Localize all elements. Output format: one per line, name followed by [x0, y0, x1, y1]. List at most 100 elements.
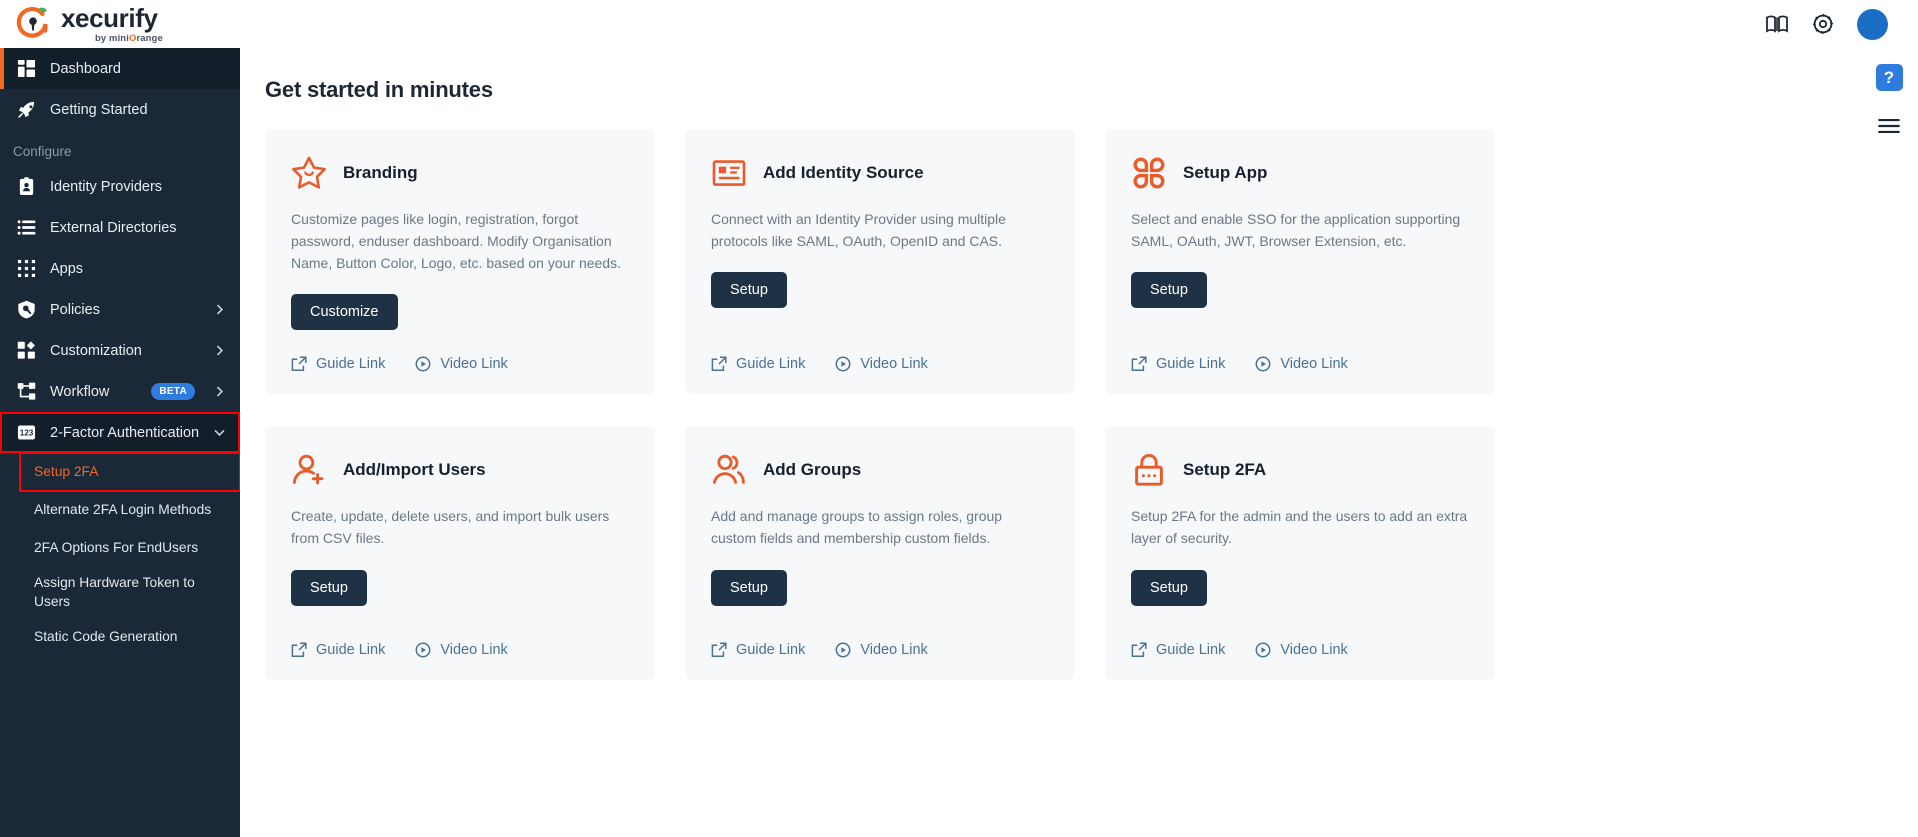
page-title: Get started in minutes — [240, 48, 1918, 103]
sidebar-item-label: Identity Providers — [50, 179, 226, 195]
external-link-icon — [291, 356, 307, 372]
video-link[interactable]: Video Link — [415, 642, 507, 658]
card-header: Add/Import Users — [291, 452, 629, 488]
video-link[interactable]: Video Link — [415, 356, 507, 372]
card-description: Connect with an Identity Provider using … — [711, 208, 1049, 252]
card-title: Add Identity Source — [763, 163, 924, 183]
sidebar-item-label: Customization — [50, 343, 199, 359]
directory-list-icon — [17, 218, 36, 237]
card-links: Guide Link Video Link — [711, 616, 1049, 658]
guide-link[interactable]: Guide Link — [1131, 356, 1225, 372]
guide-link[interactable]: Guide Link — [291, 356, 385, 372]
hamburger-menu-icon[interactable] — [1876, 113, 1902, 139]
sidebar-subitem-setup-2fa[interactable]: Setup 2FA — [20, 453, 240, 491]
brand-name: xecurify — [61, 5, 163, 31]
setup-button[interactable]: Setup — [711, 570, 787, 606]
card-add-groups: Add Groups Add and manage groups to assi… — [685, 426, 1075, 680]
sidebar-item-label: Policies — [50, 302, 199, 318]
video-link[interactable]: Video Link — [1255, 642, 1347, 658]
sidebar-item-apps[interactable]: Apps — [0, 248, 240, 289]
guide-link[interactable]: Guide Link — [291, 642, 385, 658]
play-circle-icon — [835, 356, 851, 372]
get-started-card-grid: Branding Customize pages like login, reg… — [240, 103, 1918, 680]
grid-apps-icon — [17, 259, 36, 278]
external-link-icon — [291, 642, 307, 658]
video-link[interactable]: Video Link — [835, 642, 927, 658]
card-title: Setup App — [1183, 163, 1267, 183]
sidebar-item-external-directories[interactable]: External Directories — [0, 207, 240, 248]
gear-icon[interactable] — [1811, 12, 1835, 36]
chevron-down-icon — [213, 426, 226, 439]
card-links: Guide Link Video Link — [291, 330, 629, 372]
customize-button[interactable]: Customize — [291, 294, 398, 330]
external-link-icon — [1131, 356, 1147, 372]
video-link[interactable]: Video Link — [835, 356, 927, 372]
card-links: Guide Link Video Link — [291, 616, 629, 658]
xecurify-logo-icon — [14, 5, 52, 43]
sidebar-subitem-2fa-options-for-endusers[interactable]: 2FA Options For EndUsers — [0, 529, 240, 567]
sidebar-item-label: Apps — [50, 261, 226, 277]
brand-tagline: by miniOrange — [95, 34, 163, 44]
sidebar-item-workflow[interactable]: Workflow BETA — [0, 371, 240, 412]
header-actions — [1765, 9, 1918, 40]
sidebar-subitem-label: Alternate 2FA Login Methods — [34, 501, 211, 520]
card-header: Add Identity Source — [711, 155, 1049, 191]
play-circle-icon — [1255, 356, 1271, 372]
sidebar-subitem-alternate-2fa-login-methods[interactable]: Alternate 2FA Login Methods — [0, 491, 240, 529]
video-link-label: Video Link — [1280, 642, 1347, 658]
top-header: xecurify by miniOrange — [0, 0, 1918, 48]
sidebar-item-2fa[interactable]: 123 2-Factor Authentication — [0, 412, 240, 453]
sidebar-item-label: 2-Factor Authentication — [50, 425, 199, 441]
guide-link[interactable]: Guide Link — [1131, 642, 1225, 658]
setup-button[interactable]: Setup — [1131, 570, 1207, 606]
sidebar-item-policies[interactable]: Policies — [0, 289, 240, 330]
video-link-label: Video Link — [860, 356, 927, 372]
sidebar-item-label: Getting Started — [50, 102, 226, 118]
sidebar-subitem-label: Assign Hardware Token to Users — [34, 574, 226, 611]
sidebar: Dashboard Getting Started Configure Iden… — [0, 48, 240, 837]
sidebar-item-dashboard[interactable]: Dashboard — [0, 48, 240, 89]
guide-link[interactable]: Guide Link — [711, 642, 805, 658]
sidebar-subitem-static-code-generation[interactable]: Static Code Generation — [0, 618, 240, 656]
chevron-right-icon — [213, 303, 226, 316]
sidebar-item-label: Workflow — [50, 384, 137, 400]
card-links: Guide Link Video Link — [711, 330, 1049, 372]
beta-badge: BETA — [151, 383, 195, 400]
card-header: Setup App — [1131, 155, 1469, 191]
video-link-label: Video Link — [440, 642, 507, 658]
star-smile-icon — [291, 155, 327, 191]
card-title: Setup 2FA — [1183, 460, 1266, 480]
guide-link-label: Guide Link — [1156, 356, 1225, 372]
setup-button[interactable]: Setup — [1131, 272, 1207, 308]
sidebar-item-customization[interactable]: Customization — [0, 330, 240, 371]
card-header: Branding — [291, 155, 629, 191]
sidebar-submenu-2fa: Setup 2FA Alternate 2FA Login Methods 2F… — [0, 453, 240, 660]
guide-link-label: Guide Link — [736, 356, 805, 372]
app-root: xecurify by miniOrange — [0, 0, 1918, 837]
guide-link[interactable]: Guide Link — [711, 356, 805, 372]
dashboard-icon — [17, 59, 36, 78]
manual-book-icon[interactable] — [1765, 12, 1789, 36]
shield-search-icon — [17, 300, 36, 319]
card-title: Add/Import Users — [343, 460, 486, 480]
video-link[interactable]: Video Link — [1255, 356, 1347, 372]
card-setup-app: Setup App Select and enable SSO for the … — [1105, 129, 1495, 394]
setup-button[interactable]: Setup — [291, 570, 367, 606]
card-description: Select and enable SSO for the applicatio… — [1131, 208, 1469, 252]
play-circle-icon — [1255, 642, 1271, 658]
help-button[interactable]: ? — [1876, 64, 1903, 91]
brand-logo[interactable]: xecurify by miniOrange — [0, 0, 240, 48]
sidebar-item-identity-providers[interactable]: Identity Providers — [0, 166, 240, 207]
video-link-label: Video Link — [860, 642, 927, 658]
card-title: Branding — [343, 163, 418, 183]
play-circle-icon — [415, 356, 431, 372]
id-card-icon — [711, 155, 747, 191]
customization-icon — [17, 341, 36, 360]
sidebar-subitem-assign-hardware-token[interactable]: Assign Hardware Token to Users — [0, 567, 240, 618]
card-description: Add and manage groups to assign roles, g… — [711, 505, 1049, 549]
card-description: Create, update, delete users, and import… — [291, 505, 629, 549]
sidebar-item-getting-started[interactable]: Getting Started — [0, 89, 240, 130]
card-branding: Branding Customize pages like login, reg… — [265, 129, 655, 394]
avatar[interactable] — [1857, 9, 1888, 40]
setup-button[interactable]: Setup — [711, 272, 787, 308]
